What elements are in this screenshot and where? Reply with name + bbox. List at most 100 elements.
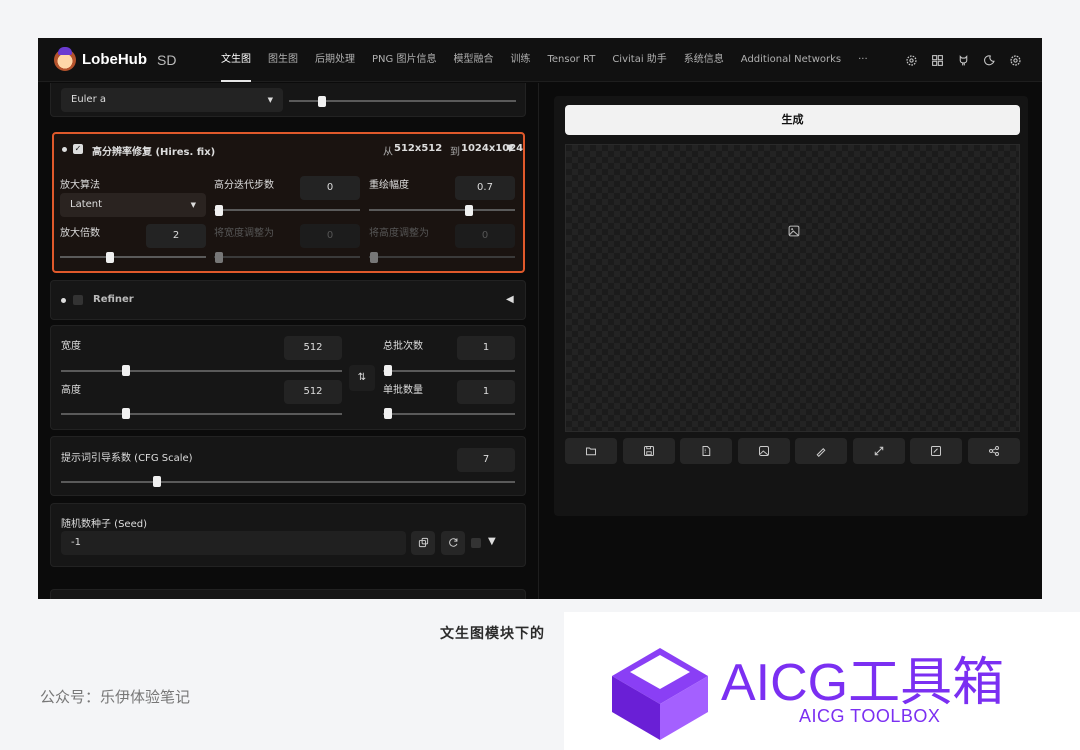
zip-icon[interactable] <box>680 438 733 464</box>
batch-count-label: 总批次数 <box>383 341 423 352</box>
generate-button[interactable]: 生成 <box>565 105 1020 135</box>
height-thumb[interactable] <box>122 408 130 419</box>
github-icon[interactable] <box>956 53 970 67</box>
resize-width-label: 将宽度调整为 <box>214 228 274 239</box>
settings-gear-icon[interactable] <box>904 53 918 67</box>
upscale-by-input[interactable]: 2 <box>146 224 206 248</box>
hires-fix-checkbox[interactable]: ✓ <box>73 144 83 154</box>
tab-tensor-rt[interactable]: Tensor RT <box>547 38 595 82</box>
send-to-extras-icon[interactable] <box>852 438 905 464</box>
resize-height-input[interactable]: 0 <box>455 224 515 248</box>
aicg-watermark: AICG工具箱 AICG TOOLBOX <box>564 612 1080 750</box>
cfg-slider[interactable] <box>61 481 515 483</box>
refiner-label: Refiner <box>93 294 134 305</box>
watermark-title: AICG工具箱 <box>721 654 1005 712</box>
tab-checkpoint-merger[interactable]: 模型融合 <box>453 38 493 82</box>
collapse-triangle-icon[interactable]: ▼ <box>506 143 514 154</box>
chevron-down-icon: ▼ <box>190 201 196 209</box>
upscaler-select[interactable]: Latent ▼ <box>60 193 206 217</box>
send-to-edit-icon[interactable] <box>910 438 963 464</box>
cfg-label: 提示词引导系数 (CFG Scale) <box>61 453 193 464</box>
hires-steps-thumb[interactable] <box>215 205 223 216</box>
top-icons <box>892 38 1022 82</box>
brand-sub: SD <box>157 51 177 68</box>
cfg-panel: 提示词引导系数 (CFG Scale) 7 <box>50 436 526 496</box>
tab-png-info[interactable]: PNG 图片信息 <box>372 38 436 82</box>
tab-img2img[interactable]: 图生图 <box>268 38 298 82</box>
tab-train[interactable]: 训练 <box>510 38 530 82</box>
brand-name: LobeHub <box>82 51 147 68</box>
height-slider[interactable] <box>61 413 342 415</box>
hires-steps-input[interactable]: 0 <box>300 176 360 200</box>
denoise-slider[interactable] <box>369 209 515 211</box>
batch-size-thumb[interactable] <box>384 408 392 419</box>
refiner-checkbox[interactable] <box>73 295 83 305</box>
random-dice-icon[interactable] <box>411 531 435 555</box>
height-input[interactable]: 512 <box>284 380 342 404</box>
width-slider[interactable] <box>61 370 342 372</box>
tab-txt2img[interactable]: 文生图 <box>221 38 251 82</box>
cfg-input[interactable]: 7 <box>457 448 515 472</box>
brand[interactable]: LobeHub SD <box>54 46 177 71</box>
folder-icon[interactable] <box>565 438 617 464</box>
save-icon[interactable] <box>622 438 675 464</box>
swap-arrows-icon[interactable]: ⇅ <box>349 365 375 391</box>
grid-icon[interactable] <box>930 53 944 67</box>
reuse-seed-icon[interactable] <box>441 531 465 555</box>
bullet-dot <box>61 298 66 303</box>
tab-civitai-helper[interactable]: Civitai 助手 <box>612 38 666 82</box>
hires-steps-slider[interactable] <box>214 209 360 211</box>
tab-system-info[interactable]: 系统信息 <box>684 38 724 82</box>
seed-input[interactable]: -1 <box>61 531 406 555</box>
resize-width-thumb[interactable] <box>215 252 223 263</box>
batch-size-input[interactable]: 1 <box>457 380 515 404</box>
hires-to-label: 到 <box>450 147 460 158</box>
batch-size-slider[interactable] <box>383 413 515 415</box>
extra-seed-checkbox[interactable] <box>471 538 481 548</box>
lobehub-logo-icon <box>54 46 76 71</box>
share-icon[interactable] <box>967 438 1020 464</box>
width-input[interactable]: 512 <box>284 336 342 360</box>
upscale-by-slider[interactable] <box>60 256 206 258</box>
chevron-down-icon: ▼ <box>267 96 273 104</box>
aicg-logo-icon <box>612 648 708 740</box>
hires-steps-label: 高分迭代步数 <box>214 180 274 191</box>
size-panel: 宽度 512 高度 512 ⇅ 总批次数 1 单批数量 1 <box>50 325 526 430</box>
left-column: Euler a ▼ ✓ 高分辨率修复 (Hires. fix) 从 512x51… <box>38 83 538 599</box>
resize-width-input[interactable]: 0 <box>300 224 360 248</box>
tab-extras[interactable]: 后期处理 <box>315 38 355 82</box>
sampling-steps-thumb[interactable] <box>318 96 326 107</box>
settings-icon[interactable] <box>1008 53 1022 67</box>
resize-width-slider[interactable] <box>214 256 360 258</box>
bullet-dot <box>62 147 67 152</box>
batch-size-label: 单批数量 <box>383 385 423 396</box>
resize-height-slider[interactable] <box>369 256 515 258</box>
batch-count-slider[interactable] <box>383 370 515 372</box>
refiner-panel: Refiner ◀ <box>50 280 526 320</box>
expand-triangle-icon[interactable]: ◀ <box>506 294 514 305</box>
send-to-inpaint-icon[interactable] <box>795 438 848 464</box>
resize-height-thumb[interactable] <box>370 252 378 263</box>
expand-triangle-icon[interactable]: ▼ <box>488 536 496 547</box>
batch-count-thumb[interactable] <box>384 365 392 376</box>
width-thumb[interactable] <box>122 365 130 376</box>
send-to-img2img-icon[interactable] <box>737 438 790 464</box>
column-divider <box>538 83 539 599</box>
tab-additional-networks[interactable]: Additional Networks <box>741 38 841 82</box>
denoise-thumb[interactable] <box>465 205 473 216</box>
hires-from-label: 从 <box>383 147 393 158</box>
batch-count-input[interactable]: 1 <box>457 336 515 360</box>
upscale-by-label: 放大倍数 <box>60 228 100 239</box>
upscaler-value: Latent <box>70 199 103 210</box>
cfg-thumb[interactable] <box>153 476 161 487</box>
hires-fix-title: 高分辨率修复 (Hires. fix) <box>92 147 216 158</box>
top-bar: LobeHub SD 文生图 图生图 后期处理 PNG 图片信息 模型融合 训练… <box>38 38 1042 82</box>
seed-panel: 随机数种子 (Seed) -1 ▼ <box>50 503 526 567</box>
denoise-input[interactable]: 0.7 <box>455 176 515 200</box>
output-gallery <box>565 144 1020 432</box>
tab-more[interactable]: ··· <box>858 38 868 82</box>
upscale-by-thumb[interactable] <box>106 252 114 263</box>
moon-icon[interactable] <box>982 53 996 67</box>
seed-label: 随机数种子 (Seed) <box>61 519 147 530</box>
sampler-select[interactable]: Euler a ▼ <box>61 88 283 112</box>
